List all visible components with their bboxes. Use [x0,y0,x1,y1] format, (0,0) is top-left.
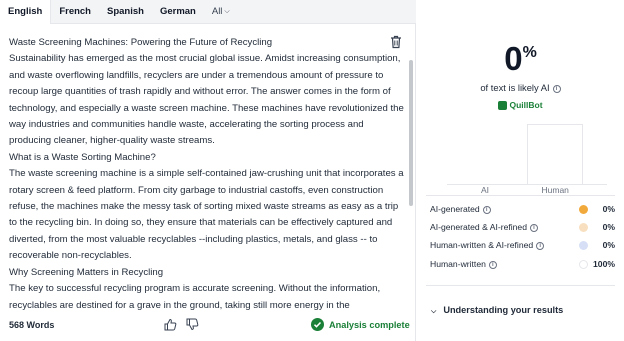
text-editor[interactable]: Waste Screening Machines: Powering the F… [0,24,416,341]
understanding-results-toggle[interactable]: ⌵ Understanding your results [431,305,563,316]
chevron-down-icon: ⌵ [431,308,437,315]
understanding-label: Understanding your results [443,305,564,315]
text-paragraph: Why Screening Matters in Recycling [9,266,164,278]
score-unit: % [522,44,537,61]
check-circle-icon [311,318,324,331]
input-text[interactable]: Waste Screening Machines: Powering the F… [9,35,404,312]
legend-dot [579,241,588,250]
brand-name: QuillBot [509,100,543,110]
legend-label: AI-generated & AI-refined i [430,222,538,232]
legend-value: 0% [602,204,615,214]
legend-label: AI-generated i [430,204,491,214]
tab-label: English [8,6,43,17]
info-icon[interactable]: i [482,205,491,214]
tab-english[interactable]: English [0,0,52,24]
status-text: Analysis complete [329,319,410,330]
thumbs-up-icon[interactable] [164,318,177,331]
legend-row-ai-generated-ai-refined: AI-generated & AI-refined i 0% [430,221,615,235]
legend-value: 0% [602,240,615,250]
divider [426,195,615,196]
chart-label-ai: AI [481,185,490,195]
brand-logo: QuillBot [417,100,624,111]
tab-label: French [59,6,91,17]
legend-label-text: AI-generated [430,204,480,214]
tab-all-dropdown[interactable]: All ⌵ [204,0,238,24]
chart-label-human: Human [541,185,569,195]
tab-label: All [211,6,223,17]
legend-label-text: AI-generated & AI-refined [430,222,527,232]
text-paragraph: What is a Waste Sorting Machine? [9,151,156,163]
chevron-down-icon: ⌵ [224,7,230,15]
divider [426,285,615,286]
text-paragraph: The key to successful recycling program … [9,283,381,311]
chart-baseline [447,184,607,185]
legend-value: 0% [602,222,615,232]
legend-row-ai-generated: AI-generated i 0% [430,203,615,217]
legend-label: Human-written i [430,259,497,269]
legend-label-text: Human-written [430,259,486,269]
info-icon[interactable]: i [488,260,497,269]
info-icon[interactable]: i [529,223,538,232]
legend-row-human-written-ai-refined: Human-written & AI-refined i 0% [430,239,615,253]
legend-dot [579,260,588,269]
tab-spanish[interactable]: Spanish [99,0,152,24]
tab-french[interactable]: French [51,0,99,24]
result-chart: AI Human [417,118,624,195]
tab-german[interactable]: German [152,0,204,24]
legend-row-human-written: Human-written i 100% [430,258,615,272]
likely-label: of text is likely AI [480,82,550,93]
text-paragraph: The waste screening machine is a simple … [9,168,404,262]
likely-ai-text: of text is likely AI i [417,82,624,93]
score-value: 0 [504,40,523,77]
results-panel: 0% of text is likely AI i QuillBot AI Huma… [417,0,624,341]
tab-label: German [159,6,196,17]
analysis-status: Analysis complete [311,318,410,331]
scrollbar-thumb[interactable] [409,60,413,206]
quillbot-icon [498,101,508,111]
chart-bar-human [527,124,583,184]
legend-dot [579,205,588,214]
thumbs-down-icon[interactable] [186,318,199,331]
editor-footer: 568 Words Analysis complete [0,313,416,341]
text-paragraph: Waste Screening Machines: Powering the F… [9,37,273,48]
word-count: 568 Words [9,320,55,330]
trash-icon[interactable] [390,35,402,49]
legend-dot [579,223,588,232]
legend-label-text: Human-written & AI-refined [430,240,534,250]
info-icon[interactable]: i [536,241,545,250]
text-paragraph: Sustainability has emerged as the most c… [9,53,404,147]
tab-label: Spanish [107,6,144,17]
language-tabs: English French Spanish German All ⌵ [0,0,416,24]
info-icon[interactable]: i [552,84,561,93]
legend-label: Human-written & AI-refined i [430,240,545,250]
ai-score: 0% [417,40,624,78]
legend-value: 100% [593,259,615,269]
